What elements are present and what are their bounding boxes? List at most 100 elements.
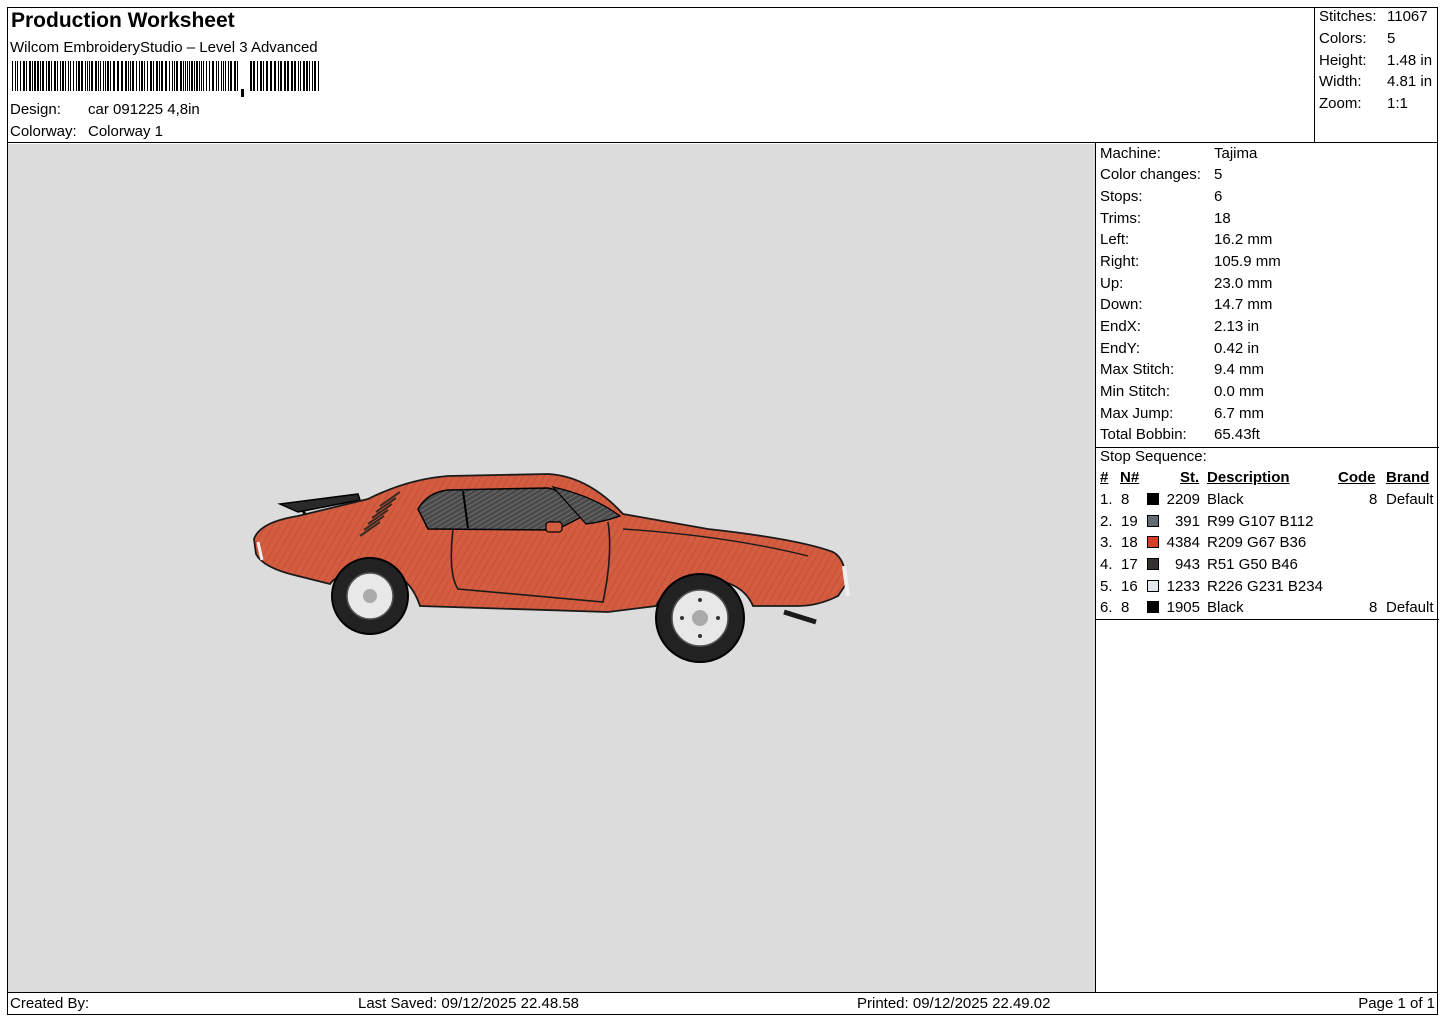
design-value: car 091225 4,8in [88,101,200,118]
machine-row: Min Stitch: 0.0 mm [1100,383,1264,400]
row-stitches: 943 [1174,556,1200,573]
machine-value: 23.0 mm [1214,275,1273,292]
col-code-header: Code [1338,469,1376,486]
colorway-label: Colorway: [10,123,77,140]
col-num-header: # [1100,469,1109,486]
machine-label: Max Jump: [1100,405,1174,422]
machine-label: Trims: [1100,210,1142,227]
divider [1096,619,1439,620]
row-description: R51 G50 B46 [1207,556,1298,573]
row-needle: 8 [1121,599,1130,616]
machine-label: Total Bobbin: [1100,426,1187,443]
machine-label: EndY: [1100,340,1141,357]
machine-row: Max Stitch: 9.4 mm [1100,361,1264,378]
machine-value: 16.2 mm [1214,231,1273,248]
machine-row: Down: 14.7 mm [1100,296,1272,313]
created-by: Created By: [10,995,90,1012]
table-row: 4. 17 943 R51 G50 B46 [1096,556,1439,578]
stat-label: Width: [1319,73,1362,90]
machine-row: Trims: 18 [1100,210,1231,227]
row-code: 8 [1369,599,1378,616]
barcode-image [12,61,319,97]
last-saved: Last Saved: 09/12/2025 22.48.58 [358,995,580,1012]
row-num: 1. [1100,491,1113,508]
table-row: 1. 8 2209 Black 8 Default [1096,491,1439,513]
color-swatch [1147,601,1159,613]
row-description: R226 G231 B234 [1207,578,1323,595]
col-brand-header: Brand [1386,469,1430,486]
machine-value: 105.9 mm [1214,253,1281,270]
machine-value: 0.0 mm [1214,383,1265,400]
row-stitches: 2209 [1166,491,1200,508]
machine-row: Up: 23.0 mm [1100,275,1272,292]
stat-label: Stitches: [1319,8,1377,25]
stat-row: Zoom: 1:1 [1319,95,1437,112]
stat-row: Colors: 5 [1319,30,1437,47]
machine-label: EndX: [1100,318,1141,335]
colorway-value: Colorway 1 [88,123,164,140]
stop-sequence-title: Stop Sequence: [1100,448,1207,465]
design-stats-box: Stitches: 11067 Colors: 5 Height: 1.48 in W… [1314,7,1438,143]
machine-row: Total Bobbin: 65.43ft [1100,426,1260,443]
table-row: 6. 8 1905 Black 8 Default [1096,599,1439,621]
col-stitches-header: St. [1180,469,1200,486]
machine-row: Stops: 6 [1100,188,1222,205]
design-label: Design: [10,101,61,118]
machine-value: 65.43ft [1214,426,1260,443]
row-description: Black [1207,599,1244,616]
machine-label: Min Stitch: [1100,383,1171,400]
machine-row: Right: 105.9 mm [1100,253,1281,270]
colorway-row: Colorway: Colorway 1 [10,123,163,140]
row-num: 5. [1100,578,1113,595]
stat-value: 1:1 [1387,95,1408,112]
machine-value: 5 [1214,166,1223,183]
table-row: 3. 18 4384 R209 G67 B36 [1096,534,1439,556]
stat-value: 5 [1387,30,1396,47]
machine-row: Left: 16.2 mm [1100,231,1272,248]
stat-value: 1.48 in [1387,52,1433,69]
row-needle: 8 [1121,491,1130,508]
row-num: 6. [1100,599,1113,616]
software-name: Wilcom EmbroideryStudio – Level 3 Advanc… [10,39,318,56]
stat-label: Height: [1319,52,1367,69]
color-swatch [1147,536,1159,548]
row-brand: Default [1386,599,1434,616]
col-needle-header: N# [1120,469,1140,486]
machine-row: EndY: 0.42 in [1100,340,1259,357]
stat-row: Width: 4.81 in [1319,73,1437,90]
machine-value: 2.13 in [1214,318,1260,335]
machine-value: 6 [1214,188,1223,205]
row-stitches: 1233 [1166,578,1200,595]
page-title: Production Worksheet [11,9,235,32]
stat-value: 4.81 in [1387,73,1433,90]
row-description: R99 G107 B112 [1207,513,1314,530]
row-description: R209 G67 B36 [1207,534,1307,551]
row-stitches: 391 [1174,513,1200,530]
machine-label: Color changes: [1100,166,1201,183]
row-num: 2. [1100,513,1113,530]
row-num: 3. [1100,534,1113,551]
machine-row: Color changes: 5 [1100,166,1222,183]
stat-label: Zoom: [1319,95,1362,112]
table-row: 2. 19 391 R99 G107 B112 [1096,513,1439,535]
color-swatch [1147,515,1159,527]
stat-value: 11067 [1387,8,1428,25]
machine-label: Max Stitch: [1100,361,1175,378]
row-num: 4. [1100,556,1113,573]
machine-value: 0.42 in [1214,340,1260,357]
printed-date: Printed: 09/12/2025 22.49.02 [857,995,1051,1012]
car-embroidery-image [253,473,850,663]
row-needle: 19 [1121,513,1138,530]
machine-label: Down: [1100,296,1143,313]
design-preview-canvas [8,144,1095,992]
row-needle: 17 [1121,556,1138,573]
machine-value: 9.4 mm [1214,361,1265,378]
machine-label: Up: [1100,275,1124,292]
machine-row: EndX: 2.13 in [1100,318,1259,335]
machine-value: 6.7 mm [1214,405,1265,422]
worksheet-header: Production Worksheet Wilcom EmbroiderySt… [7,7,1315,143]
design-row: Design: car 091225 4,8in [10,101,200,118]
machine-row: Max Jump: 6.7 mm [1100,405,1264,422]
machine-value: 14.7 mm [1214,296,1273,313]
machine-label: Right: [1100,253,1140,270]
